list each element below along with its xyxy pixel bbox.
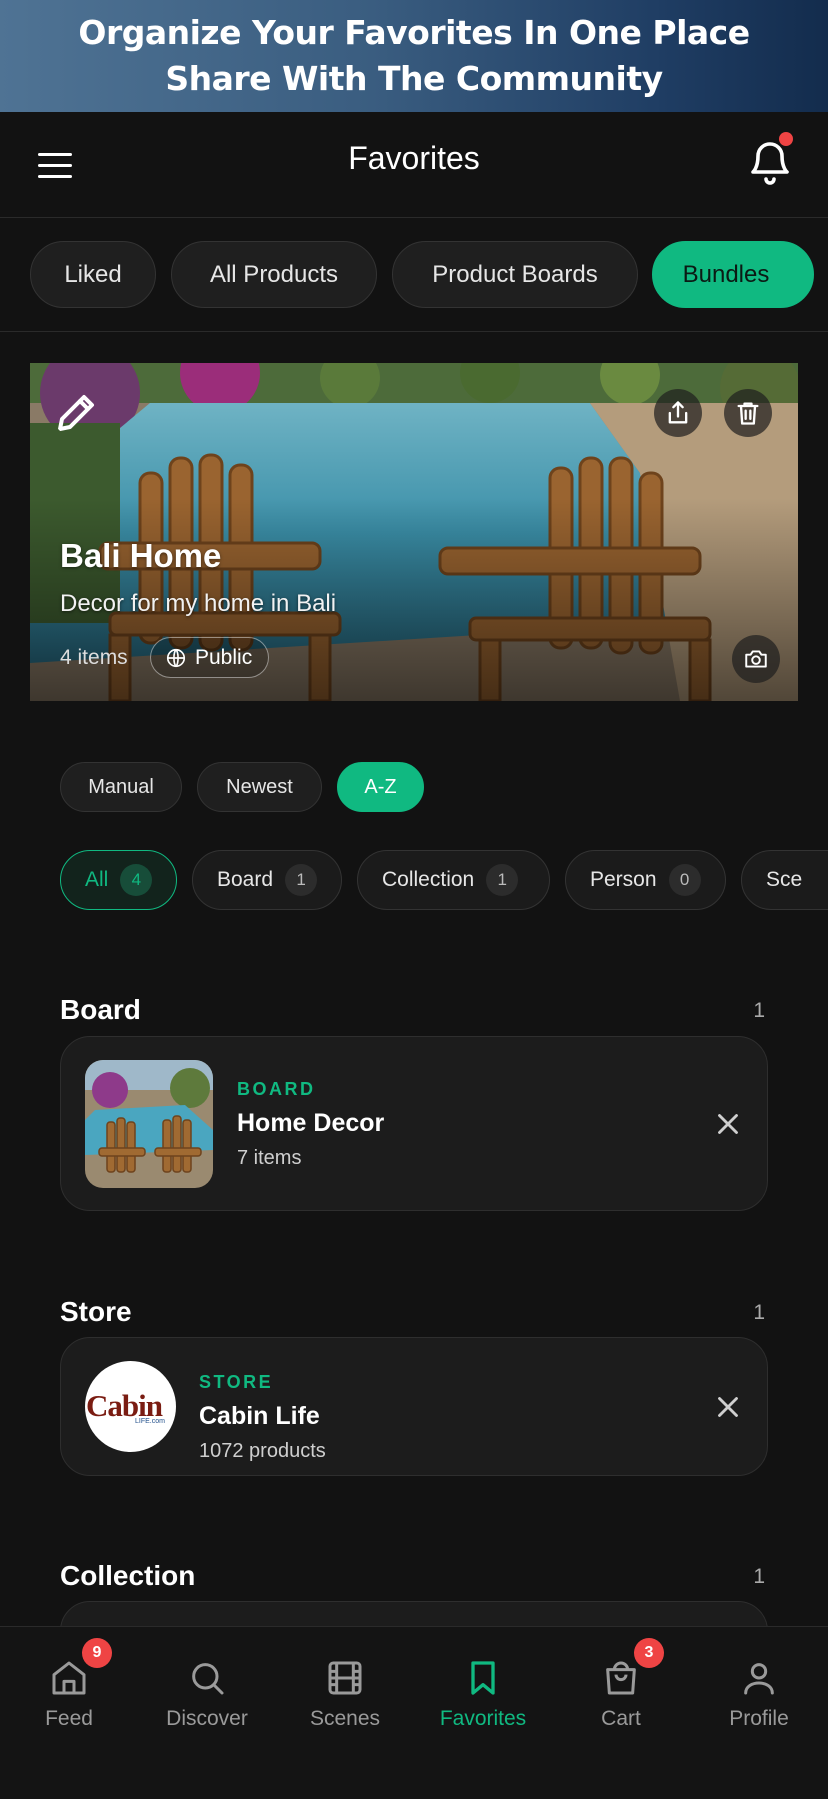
filter-all[interactable]: All 4 [60,850,177,910]
tab-all-products[interactable]: All Products [171,241,377,308]
promo-line-1: Organize Your Favorites In One Place [78,13,750,52]
promo-line-2: Share With The Community [165,59,663,98]
tab-product-boards[interactable]: Product Boards [392,241,638,308]
cart-badge: 3 [634,1638,664,1668]
camera-icon [745,650,767,668]
bundle-name: Bali Home [60,537,222,574]
film-icon [328,1661,362,1695]
bookmark-icon [471,1661,495,1695]
visibility-badge[interactable]: Public [150,637,270,678]
sort-a-z[interactable]: A-Z [337,762,424,812]
filter-collection[interactable]: Collection 1 [357,850,550,910]
search-icon [192,1663,224,1695]
nav-label: Scenes [309,1707,381,1730]
filter-scenes[interactable]: Sce [741,850,828,910]
section-count-collection: 1 [753,1565,765,1588]
section-title-board: Board [60,994,141,1025]
trash-icon [737,402,759,425]
close-icon[interactable] [711,1390,745,1424]
change-cover-button[interactable] [732,635,780,683]
card-subtitle: 1072 products [199,1440,326,1462]
sort-newest[interactable]: Newest [197,762,322,812]
feed-badge: 9 [82,1638,112,1668]
bag-icon [606,1661,636,1695]
sort-manual[interactable]: Manual [60,762,182,812]
filter-label: Person [590,868,657,891]
section-count-store: 1 [753,1301,765,1324]
filter-count: 4 [120,864,153,896]
tab-bundles[interactable]: Bundles [652,241,814,308]
share-icon [668,401,688,424]
globe-icon [166,648,186,667]
filter-label: All [85,868,109,891]
nav-label: Feed [45,1707,93,1730]
card-type: STORE [199,1372,274,1392]
user-icon [744,1663,774,1695]
nav-cart[interactable]: Cart [552,1627,690,1747]
bundle-item-count: 4 items [60,646,128,669]
section-title-store: Store [60,1296,132,1327]
store-logo: Cabin LIFE.com [85,1361,176,1452]
nav-profile[interactable]: Profile [690,1627,828,1747]
visibility-label: Public [195,645,253,669]
card-subtitle: 7 items [237,1147,302,1169]
filter-count: 1 [285,864,318,896]
favorites-tabs: Liked All Products Product Boards Bundle… [0,218,828,332]
board-thumbnail [85,1060,213,1188]
top-bar: Favorites [0,112,828,218]
filter-count: 1 [486,864,519,896]
nav-discover[interactable]: Discover [138,1627,276,1747]
edit-icon[interactable] [52,389,100,437]
share-button[interactable] [654,389,702,437]
card-type: BOARD [237,1079,316,1099]
bottom-nav: Feed Discover Scenes Favorites Cart Prof… [0,1626,828,1799]
store-card[interactable]: Cabin LIFE.com STORE Cabin Life 1072 pro… [60,1337,768,1476]
close-icon[interactable] [711,1107,745,1141]
section-count-board: 1 [753,999,765,1022]
type-filters: All 4 Board 1 Collection 1 Person 0 Sce [0,850,828,912]
filter-label: Board [217,868,274,891]
delete-button[interactable] [724,389,772,437]
nav-favorites[interactable]: Favorites [414,1627,552,1747]
nav-label: Profile [729,1707,789,1730]
page-title: Favorites [348,140,480,176]
bundle-hero: Bali Home Decor for my home in Bali 4 it… [30,363,798,701]
tab-liked[interactable]: Liked [30,241,156,308]
filter-label: Collection [382,868,475,891]
card-title: Cabin Life [199,1402,320,1430]
filter-person[interactable]: Person 0 [565,850,726,910]
nav-label: Discover [166,1707,248,1730]
nav-label: Favorites [439,1707,527,1730]
home-icon [52,1661,86,1695]
store-logo-tag: LIFE.com [135,1418,165,1425]
board-card[interactable]: BOARD Home Decor 7 items [60,1036,768,1211]
filter-count: 0 [668,864,701,896]
nav-feed[interactable]: Feed [0,1627,138,1747]
promo-banner: Organize Your Favorites In One Place Sha… [0,0,828,112]
bundle-description: Decor for my home in Bali [60,590,337,617]
section-title-collection: Collection [60,1560,196,1591]
nav-label: Cart [601,1707,641,1730]
card-title: Home Decor [237,1109,385,1137]
filter-board[interactable]: Board 1 [192,850,342,910]
nav-scenes[interactable]: Scenes [276,1627,414,1747]
filter-label: Sce [766,868,803,891]
notification-dot [779,132,793,146]
